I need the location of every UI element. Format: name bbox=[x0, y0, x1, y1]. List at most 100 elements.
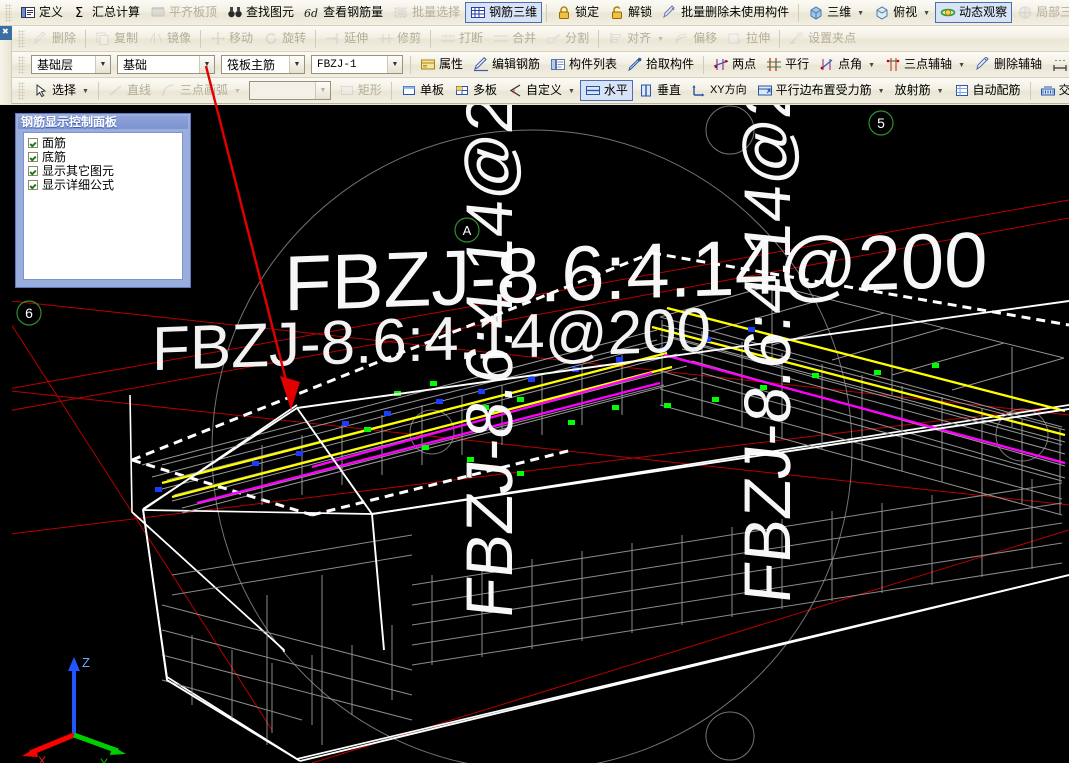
pick-component-button[interactable]: 拾取构件 bbox=[622, 54, 699, 75]
single-slab-icon bbox=[401, 83, 417, 98]
copy-button[interactable]: 复制 bbox=[90, 28, 143, 49]
align-slab-top-button[interactable]: 平齐板顶 bbox=[145, 2, 222, 23]
extend-label: 延伸 bbox=[344, 31, 369, 45]
rotate-button[interactable]: 旋转 bbox=[258, 28, 311, 49]
axis-marker-5: 5 bbox=[868, 110, 894, 136]
local-3d-button[interactable]: 局部三维 bbox=[1012, 2, 1069, 23]
chevron-down-icon[interactable]: ▼ bbox=[937, 81, 944, 102]
toolbar-separator bbox=[430, 29, 432, 48]
chevron-down-icon[interactable]: ▼ bbox=[95, 56, 110, 73]
batch-delete-unused-button[interactable]: 批量删除未使用构件 bbox=[657, 2, 794, 23]
chevron-down-icon[interactable]: ▼ bbox=[82, 81, 89, 102]
orbit-circles bbox=[211, 105, 1049, 763]
lock-button[interactable]: 锁定 bbox=[551, 2, 604, 23]
checkbox-show-other-elements[interactable]: 显示其它图元 bbox=[28, 165, 178, 178]
delete-aux-axis-button[interactable]: 删除辅轴 bbox=[970, 54, 1047, 75]
checkbox-show-detailed-formula[interactable]: 显示详细公式 bbox=[28, 179, 178, 192]
view-3d-button[interactable]: 三维 ▼ bbox=[803, 2, 869, 23]
three-point-aux-axis-button[interactable]: 三点辅轴 ▼ bbox=[880, 54, 970, 75]
chevron-down-icon[interactable]: ▼ bbox=[657, 29, 664, 50]
rect-tool-button[interactable]: 矩形 bbox=[334, 80, 387, 101]
dynamic-orbit-button[interactable]: 动态观察 bbox=[935, 2, 1013, 23]
rebar-label-secondary: FBZJ-8.6:4.14@200 bbox=[152, 296, 711, 385]
view-top-button[interactable]: 俯视 ▼ bbox=[869, 2, 935, 23]
element-type-combo[interactable]: 筏板主筋 ▼ bbox=[221, 55, 305, 74]
set-grip-button[interactable]: 设置夹点 bbox=[784, 28, 861, 49]
unlock-button[interactable]: 解锁 bbox=[604, 2, 657, 23]
swap-annotation-button[interactable]: 交换左右标注 bbox=[1035, 80, 1069, 101]
toolbar-grip[interactable] bbox=[18, 55, 25, 74]
rebar-display-control-panel[interactable]: 钢筋显示控制面板 面筋 底筋 显示其它图元 显示详细公式 bbox=[15, 113, 191, 288]
single-slab-button[interactable]: 单板 bbox=[396, 80, 449, 101]
multi-slab-button[interactable]: 多板 bbox=[449, 80, 502, 101]
checkbox-icon[interactable] bbox=[28, 180, 38, 190]
summary-calc-button[interactable]: Σ 汇总计算 bbox=[68, 2, 145, 23]
split-button[interactable]: 分割 bbox=[541, 28, 594, 49]
close-icon[interactable] bbox=[0, 26, 12, 40]
toolbar-grip[interactable] bbox=[5, 3, 12, 22]
xy-direction-button[interactable]: XY方向 bbox=[686, 80, 752, 101]
arc-param-combo[interactable]: ▼ bbox=[248, 81, 331, 100]
vertical-rebar-button[interactable]: 垂直 bbox=[633, 80, 686, 101]
view-top-label: 俯视 bbox=[893, 5, 918, 19]
component-combo[interactable]: FBZJ-1 ▼ bbox=[311, 55, 403, 74]
component-list-button[interactable]: 构件列表 bbox=[545, 54, 622, 75]
align-button[interactable]: 对齐 ▼ bbox=[603, 28, 669, 49]
dynamic-orbit-label: 动态观察 bbox=[959, 5, 1008, 19]
auto-rebar-button[interactable]: 自动配筋 bbox=[949, 80, 1026, 101]
edit-rebar-icon bbox=[473, 57, 489, 72]
select-tool-button[interactable]: 选择 ▼ bbox=[28, 80, 94, 101]
batch-select-button[interactable]: 批量选择 bbox=[388, 2, 465, 23]
offset-button[interactable]: 偏移 bbox=[669, 28, 722, 49]
dimension-button[interactable]: 尺寸标注 ▼ bbox=[1047, 54, 1069, 75]
merge-button[interactable]: 合并 bbox=[488, 28, 541, 49]
toolbar-grip[interactable] bbox=[18, 29, 25, 48]
category-combo[interactable]: 基础 ▼ bbox=[117, 55, 215, 74]
checkbox-top-rebar[interactable]: 面筋 bbox=[28, 137, 178, 150]
delete-button[interactable]: 删除 bbox=[28, 28, 81, 49]
checkbox-bottom-rebar[interactable]: 底筋 bbox=[28, 151, 178, 164]
trim-button[interactable]: 修剪 bbox=[373, 28, 426, 49]
move-button[interactable]: 移动 bbox=[205, 28, 258, 49]
break-button[interactable]: 打断 bbox=[435, 28, 488, 49]
toolbar-grip[interactable] bbox=[18, 81, 25, 100]
extend-button[interactable]: 延伸 bbox=[320, 28, 373, 49]
mirror-button[interactable]: 镜像 bbox=[143, 28, 196, 49]
parallel-edge-rebar-button[interactable]: 平行边布置受力筋 ▼ bbox=[752, 80, 890, 101]
line-tool-button[interactable]: 直线 bbox=[103, 80, 156, 101]
point-angle-button[interactable]: 点角 ▼ bbox=[814, 54, 880, 75]
define-button[interactable]: 定义 bbox=[15, 2, 68, 23]
chevron-down-icon[interactable]: ▼ bbox=[568, 81, 575, 102]
edit-rebar-button[interactable]: 编辑钢筋 bbox=[468, 54, 545, 75]
view-rebar-qty-button[interactable]: 6d 查看钢筋量 bbox=[299, 2, 388, 23]
stretch-button[interactable]: 拉伸 bbox=[722, 28, 775, 49]
custom-shape-button[interactable]: 自定义 ▼ bbox=[502, 80, 580, 101]
two-point-axis-button[interactable]: 两点 bbox=[708, 54, 761, 75]
chevron-down-icon[interactable]: ▼ bbox=[387, 56, 402, 73]
rebar-3d-button[interactable]: 钢筋三维 bbox=[465, 2, 543, 23]
checkbox-icon[interactable] bbox=[28, 166, 38, 176]
chevron-down-icon[interactable]: ▼ bbox=[878, 81, 885, 102]
chevron-down-icon[interactable]: ▼ bbox=[199, 56, 214, 73]
horizontal-rebar-button[interactable]: 水平 bbox=[579, 80, 633, 101]
trim-icon bbox=[378, 31, 394, 46]
chevron-down-icon[interactable]: ▼ bbox=[923, 3, 930, 24]
local-3d-icon bbox=[1017, 5, 1033, 20]
chevron-down-icon[interactable]: ▼ bbox=[289, 56, 304, 73]
radial-rebar-button[interactable]: 放射筋 ▼ bbox=[890, 80, 949, 101]
three-point-arc-button[interactable]: 三点画弧 ▼ bbox=[156, 80, 246, 101]
checkbox-icon[interactable] bbox=[28, 138, 38, 148]
chevron-down-icon[interactable]: ▼ bbox=[857, 3, 864, 24]
properties-button[interactable]: 属性 bbox=[415, 54, 468, 75]
chevron-down-icon[interactable]: ▼ bbox=[314, 82, 330, 99]
find-element-button[interactable]: 查找图元 bbox=[222, 2, 299, 23]
parallel-axis-button[interactable]: 平行 bbox=[761, 54, 814, 75]
floor-combo[interactable]: 基础层 ▼ bbox=[31, 55, 111, 74]
auto-rebar-label: 自动配筋 bbox=[972, 83, 1021, 97]
checkbox-icon[interactable] bbox=[28, 152, 38, 162]
chevron-down-icon[interactable]: ▼ bbox=[958, 55, 965, 76]
align-label: 对齐 bbox=[627, 31, 652, 45]
chevron-down-icon[interactable]: ▼ bbox=[234, 81, 241, 102]
xy-direction-icon bbox=[691, 83, 707, 98]
chevron-down-icon[interactable]: ▼ bbox=[868, 55, 875, 76]
